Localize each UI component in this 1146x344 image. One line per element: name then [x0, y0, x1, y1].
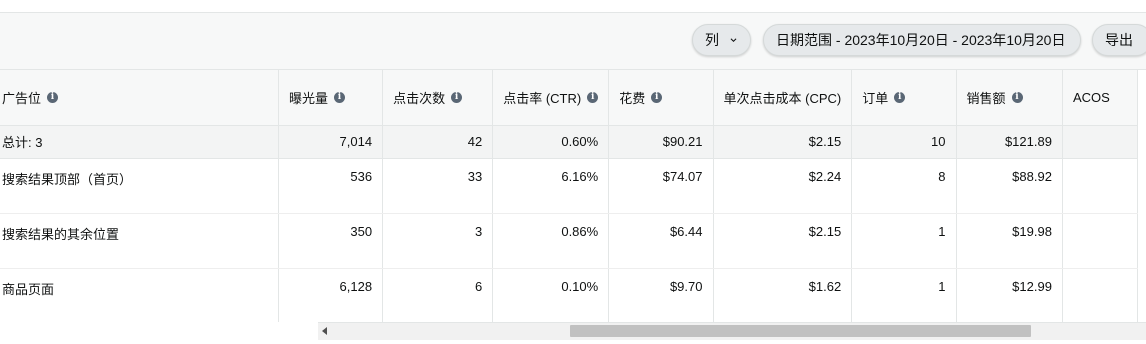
- placement-table: 广告位 i 曝光量 i 点击次数 i 点击率 (CTR) i 花费 i 单次点击成本 (C…: [0, 70, 1139, 322]
- cell-ctr: 6.16%: [492, 158, 610, 214]
- cell-clicks: 6: [382, 268, 494, 322]
- cell-cpc: $2.24: [713, 158, 853, 214]
- info-icon[interactable]: i: [894, 91, 906, 103]
- table-toolbar: 列 日期范围 - 2023年10月20日 - 2023年10月20日 导出: [0, 13, 1146, 70]
- info-icon[interactable]: i: [651, 91, 663, 103]
- info-icon[interactable]: i: [47, 91, 59, 103]
- cell-orders: 8: [851, 158, 957, 214]
- cell-cpc: $2.15: [713, 213, 853, 269]
- cell-impressions: 350: [278, 213, 384, 269]
- column-header-label: 花费: [619, 90, 646, 106]
- column-header-label: 广告位: [2, 90, 42, 106]
- info-icon[interactable]: i: [587, 91, 599, 103]
- cell-sales: $12.99: [956, 268, 1063, 322]
- total-cell-cpc: $2.15: [713, 125, 853, 159]
- cell-placement: 商品页面: [0, 268, 279, 322]
- cell-placement: 搜索结果顶部（首页）: [0, 158, 279, 214]
- column-header-placement[interactable]: 广告位 i: [0, 70, 279, 126]
- total-row: 总计: 3 7,014 42 0.60% $90.21 $2.15 10 $12…: [0, 125, 1139, 159]
- column-header-label: 点击率 (CTR): [503, 90, 582, 106]
- table-row: 商品页面 6,128 6 0.10% $9.70 $1.62 1 $12.99: [0, 268, 1139, 322]
- column-header-clicks[interactable]: 点击次数 i: [382, 70, 494, 126]
- chevron-down-icon: [730, 38, 737, 43]
- column-header-ctr[interactable]: 点击率 (CTR) i: [492, 70, 610, 126]
- column-header-label: 曝光量: [288, 90, 328, 106]
- cell-clicks: 33: [382, 158, 494, 214]
- table-row: 搜索结果顶部（首页） 536 33 6.16% $74.07 $2.24 8 $…: [0, 158, 1139, 214]
- cell-ctr: 0.10%: [492, 268, 610, 322]
- column-header-cpc[interactable]: 单次点击成本 (CPC): [713, 70, 853, 126]
- cell-ctr: 0.86%: [492, 213, 610, 269]
- cell-impressions: 6,128: [278, 268, 384, 322]
- date-range-label: 日期范围 - 2023年10月20日 - 2023年10月20日: [776, 32, 1066, 48]
- column-header-spend[interactable]: 花费 i: [608, 70, 714, 126]
- export-button[interactable]: 导出: [1092, 24, 1146, 56]
- column-header-sales[interactable]: 销售额 i: [956, 70, 1063, 126]
- cell-spend: $6.44: [608, 213, 714, 269]
- total-cell-sales: $121.89: [956, 125, 1063, 159]
- cell-cpc: $1.62: [713, 268, 853, 322]
- cell-impressions: 536: [278, 158, 384, 214]
- scrollbar-thumb[interactable]: [570, 325, 1031, 337]
- cell-clicks: 3: [382, 213, 494, 269]
- cell-sales: $88.92: [956, 158, 1063, 214]
- total-cell-clicks: 42: [382, 125, 494, 159]
- total-cell-impressions: 7,014: [278, 125, 384, 159]
- total-cell-placement: 总计: 3: [0, 125, 279, 159]
- column-header-label: ACOS: [1072, 89, 1110, 105]
- bottom-spacer: [0, 340, 1146, 344]
- table-row: 搜索结果的其余位置 350 3 0.86% $6.44 $2.15 1 $19.…: [0, 213, 1139, 269]
- total-cell-acos: [1062, 125, 1139, 159]
- cell-placement: 搜索结果的其余位置: [0, 213, 279, 269]
- total-cell-ctr: 0.60%: [492, 125, 610, 159]
- columns-dropdown-button[interactable]: 列: [692, 24, 751, 56]
- columns-label: 列: [705, 32, 719, 48]
- column-header-label: 订单: [862, 90, 889, 106]
- column-header-label: 单次点击成本 (CPC): [723, 90, 842, 106]
- cell-acos: [1062, 213, 1139, 269]
- column-header-orders[interactable]: 订单 i: [851, 70, 957, 126]
- placement-table-container: 广告位 i 曝光量 i 点击次数 i 点击率 (CTR) i 花费 i 单次点击成本 (C…: [0, 70, 1146, 322]
- cell-acos: [1062, 268, 1139, 322]
- info-icon[interactable]: i: [451, 91, 463, 103]
- info-icon[interactable]: i: [333, 91, 345, 103]
- top-spacer: [0, 0, 1146, 13]
- horizontal-scrollbar[interactable]: [318, 322, 1146, 340]
- cell-acos: [1062, 158, 1139, 214]
- info-icon[interactable]: i: [1011, 91, 1023, 103]
- total-cell-orders: 10: [851, 125, 957, 159]
- cell-spend: $9.70: [608, 268, 714, 322]
- column-header-acos[interactable]: ACOS: [1062, 70, 1139, 126]
- column-header-impressions[interactable]: 曝光量 i: [278, 70, 384, 126]
- header-row: 广告位 i 曝光量 i 点击次数 i 点击率 (CTR) i 花费 i 单次点击成本 (C…: [0, 70, 1139, 126]
- column-header-label: 点击次数: [393, 90, 446, 106]
- export-label: 导出: [1105, 32, 1133, 48]
- cell-orders: 1: [851, 268, 957, 322]
- column-header-label: 销售额: [966, 90, 1006, 106]
- cell-spend: $74.07: [608, 158, 714, 214]
- total-cell-spend: $90.21: [608, 125, 714, 159]
- date-range-button[interactable]: 日期范围 - 2023年10月20日 - 2023年10月20日: [763, 24, 1081, 56]
- cell-sales: $19.98: [956, 213, 1063, 269]
- scroll-left-arrow-icon[interactable]: [322, 327, 327, 335]
- cell-orders: 1: [851, 213, 957, 269]
